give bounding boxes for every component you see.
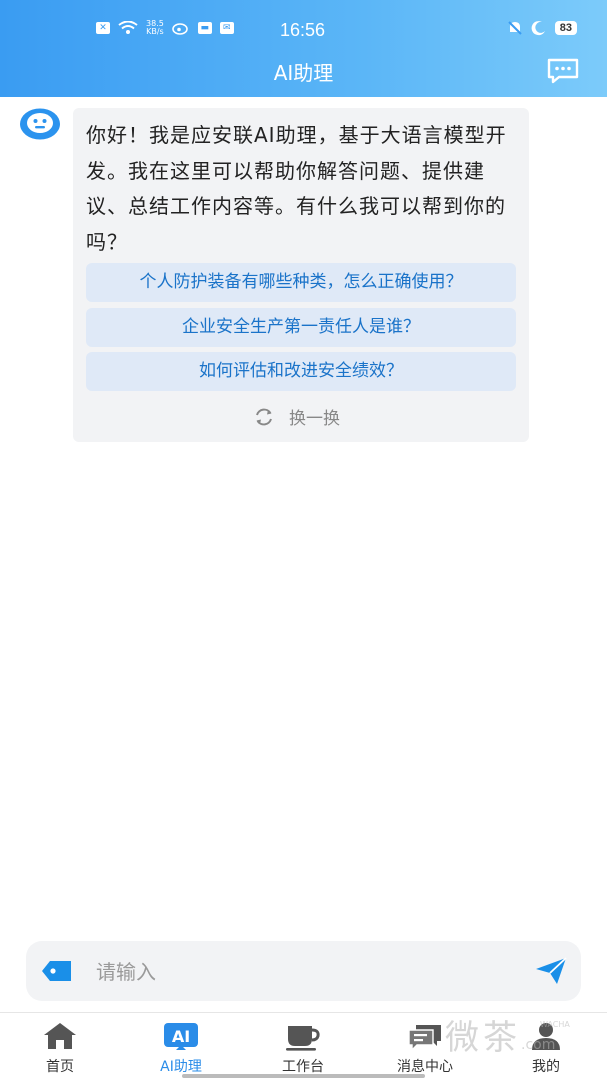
mail-icon: ✉ [219,22,234,34]
suggestion-chip[interactable]: 如何评估和改进安全绩效？ [86,352,516,391]
suggestion-chip[interactable]: 个人防护装备有哪些种类，怎么正确使用？ [86,263,516,302]
suggestion-chip[interactable]: 企业安全生产第一责任人是谁？ [86,308,516,347]
assistant-avatar-icon [20,108,60,140]
wifi-icon [118,21,138,34]
page-title: AI助理 [273,61,334,85]
tab-label: 我的 [532,1059,560,1075]
home-icon [44,1023,76,1049]
svg-text:AI: AI [172,1027,190,1046]
network-speed: 38.5 KB/s [146,19,164,36]
tab-workbench[interactable]: 工作台 [248,1013,358,1081]
message-input[interactable] [94,953,518,991]
tab-label: 首页 [46,1059,74,1075]
message-app-icon: ▬ [197,22,212,34]
greeting-text: 你好！我是应安联AI助理，基于大语言模型开发。我在这里可以帮助你解答问题、提供建… [86,123,507,254]
send-icon[interactable] [535,957,567,985]
tab-ai-assistant[interactable]: AI AI助理 [126,1013,236,1081]
tag-icon[interactable] [41,958,73,984]
status-time: 16:56 [280,20,326,40]
tab-label: 工作台 [282,1059,324,1075]
ai-icon: AI [164,1023,198,1050]
app-header: ✕ 38.5 KB/s ▬ ✉ 16:56 83 AI助理 [0,0,607,97]
assistant-message-bubble: 你好！我是应安联AI助理，基于大语言模型开发。我在这里可以帮助你解答问题、提供建… [73,108,529,442]
battery-level: 83 [554,21,577,35]
message-input-bar [26,941,581,1001]
refresh-icon [256,408,272,425]
tab-label: AI助理 [160,1059,202,1075]
status-bar: ✕ 38.5 KB/s ▬ ✉ 16:56 83 [0,14,607,48]
watermark: 微茶 WACHA .com [445,1018,570,1058]
chat-history-icon[interactable] [547,58,579,84]
refresh-label: 换一换 [289,409,340,429]
mute-bell-icon [508,21,522,35]
weibo-icon [172,23,188,35]
refresh-suggestions-button[interactable]: 换一换 [253,404,340,429]
home-indicator[interactable] [182,1074,425,1078]
tab-label: 消息中心 [397,1059,453,1075]
message-icon [408,1025,441,1051]
tab-home[interactable]: 首页 [5,1013,115,1081]
notification-x-icon: ✕ [96,22,110,34]
moon-icon [531,21,545,36]
cup-icon [286,1026,320,1051]
